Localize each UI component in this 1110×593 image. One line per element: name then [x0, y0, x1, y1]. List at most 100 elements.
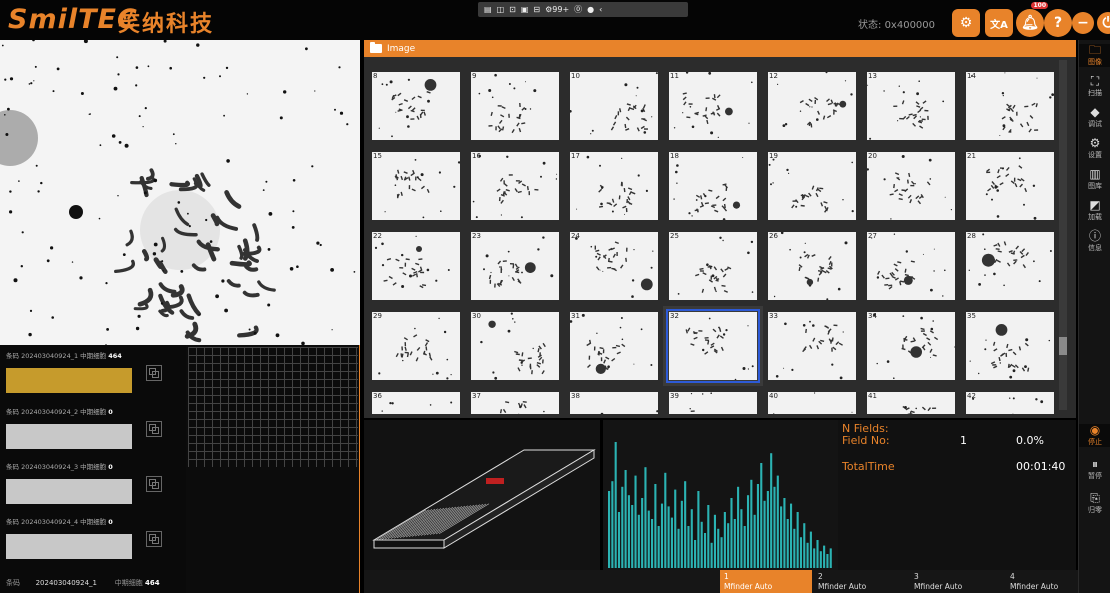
thumbnail-20[interactable]: 20	[867, 152, 955, 220]
chromosome	[894, 172, 900, 176]
thumbnail-17[interactable]: 17	[570, 152, 658, 220]
thumbnail-36[interactable]: 36	[372, 392, 460, 414]
tab-mode-2[interactable]: 2 Mfinder Auto	[814, 570, 906, 593]
rail-item-reset[interactable]: ⎘ 归零	[1079, 492, 1110, 515]
thumbnail-scrollbar[interactable]	[1059, 60, 1067, 410]
slide-card-1[interactable]: 条码 202403040924_1 中期细胞 464	[6, 350, 166, 393]
rail-item-image[interactable]: 🗀 图像	[1079, 44, 1110, 67]
slide-card-2[interactable]: 条码 202403040924_2 中期细胞 0	[6, 406, 166, 449]
chromosome	[1031, 102, 1036, 106]
thumbnail-35[interactable]: 35	[966, 312, 1054, 380]
debris-speck	[537, 248, 540, 251]
main-microscope-view[interactable]	[0, 40, 360, 345]
thumbnail-34[interactable]: 34	[867, 312, 955, 380]
load-icon: ◩	[1089, 198, 1101, 212]
thumbnail-18[interactable]: 18	[669, 152, 757, 220]
rail-item-debug[interactable]: ◆ 调试	[1079, 106, 1110, 129]
thumbnail-19[interactable]: 19	[768, 152, 856, 220]
thumbnail-28[interactable]: 28	[966, 232, 1054, 300]
thumbnail-16[interactable]: 16	[471, 152, 559, 220]
qr-code-icon[interactable]	[146, 365, 162, 381]
thumbnail-21[interactable]: 21	[966, 152, 1054, 220]
language-button[interactable]: 文A	[985, 9, 1013, 37]
rail-item-settings[interactable]: ⚙ 设置	[1079, 137, 1110, 160]
taskbar-item[interactable]: ⚙99+	[545, 5, 569, 14]
histogram-bar	[796, 512, 799, 568]
rail-item-load[interactable]: ◩ 加载	[1079, 199, 1110, 222]
debris-speck	[673, 127, 676, 129]
help-button[interactable]: ?	[1044, 9, 1072, 37]
chromosome	[910, 260, 915, 263]
rail-item-stop[interactable]: ◉ 停止	[1079, 424, 1110, 447]
qr-code-icon[interactable]	[146, 531, 162, 547]
taskbar-item[interactable]: ▤	[484, 5, 492, 14]
thumbnail-30[interactable]: 30	[471, 312, 559, 380]
tab-mode-1[interactable]: 1 Mfinder Auto	[720, 570, 812, 593]
image-panel: Image 8 9 10 11 12 13 14 15 16 17 18 19 20 21 22 23 24 25…	[364, 40, 1076, 418]
thumbnail-33[interactable]: 33	[768, 312, 856, 380]
debris-speck	[645, 189, 648, 192]
debris-speck	[20, 265, 23, 268]
thumbnail-15[interactable]: 15	[372, 152, 460, 220]
power-button[interactable]: ⏻	[1097, 12, 1110, 34]
thumbnail-39[interactable]: 39	[669, 392, 757, 414]
thumbnail-13[interactable]: 13	[867, 72, 955, 140]
slide-card-4[interactable]: 条码 202403040924_4 中期细胞 0	[6, 516, 166, 559]
thumbnail-14[interactable]: 14	[966, 72, 1054, 140]
scrollbar-handle[interactable]	[1059, 337, 1067, 355]
chromosome	[814, 97, 819, 101]
taskbar-item[interactable]: ◫	[497, 5, 505, 14]
thumbnail-42[interactable]: 42	[966, 392, 1054, 414]
thumbnail-32[interactable]: 32	[666, 309, 760, 383]
minimize-icon: −	[1077, 15, 1089, 31]
thumbnail-8[interactable]: 8	[372, 72, 460, 140]
thumbnail-40[interactable]: 40	[768, 392, 856, 414]
rail-item-info[interactable]: ⓘ 信息	[1079, 230, 1110, 253]
taskbar-item[interactable]: ‹	[599, 5, 602, 14]
chromosome	[514, 350, 519, 354]
thumbnail-29[interactable]: 29	[372, 312, 460, 380]
qr-code-icon[interactable]	[146, 476, 162, 492]
slide-card-3[interactable]: 条码 202403040924_3 中期细胞 0	[6, 461, 166, 504]
chromosome	[500, 114, 505, 118]
thumbnail-image	[689, 392, 712, 412]
thumbnail-25[interactable]: 25	[669, 232, 757, 300]
thumbnail-31[interactable]: 31	[570, 312, 658, 380]
thumbnail-11[interactable]: 11	[669, 72, 757, 140]
chromosome	[642, 118, 647, 122]
tab-mode-3[interactable]: 3 Mfinder Auto	[910, 570, 1002, 593]
chromosome	[701, 288, 705, 293]
rail-item-library[interactable]: ▥ 图库	[1079, 168, 1110, 191]
thumbnail-38[interactable]: 38	[570, 392, 658, 414]
qr-code-icon[interactable]	[146, 421, 162, 437]
thumbnail-22[interactable]: 22	[372, 232, 460, 300]
debris-speck	[446, 377, 449, 380]
thumbnail-9[interactable]: 9	[471, 72, 559, 140]
debris-speck	[135, 326, 140, 331]
taskbar-item[interactable]: ⊟	[533, 5, 540, 14]
thumbnail-26[interactable]: 26	[768, 232, 856, 300]
thumbnail-41[interactable]: 41	[867, 392, 955, 414]
thumbnail-37[interactable]: 37	[471, 392, 559, 414]
power-icon: ⏻	[1102, 15, 1110, 31]
taskbar-item[interactable]: ▣	[521, 5, 529, 14]
slide-grid-map[interactable]	[186, 345, 360, 593]
rail-item-pause[interactable]: ⏸ 暂停	[1079, 458, 1110, 481]
notifications-button[interactable]: 🔔︎ 100	[1016, 2, 1048, 37]
minimize-button[interactable]: −	[1072, 12, 1094, 34]
thumbnail-image	[673, 157, 744, 220]
debris-speck	[117, 195, 119, 197]
debris-speck	[296, 265, 299, 268]
taskbar-item[interactable]: ⓪	[574, 4, 582, 15]
taskbar-item[interactable]: ⊡	[509, 5, 516, 14]
rail-item-scan[interactable]: ⛶ 扫描	[1079, 75, 1110, 98]
settings-button[interactable]: ⚙	[952, 9, 980, 37]
thumbnail-24[interactable]: 24	[570, 232, 658, 300]
thumbnail-10[interactable]: 10	[570, 72, 658, 140]
thumbnail-23[interactable]: 23	[471, 232, 559, 300]
thumbnail-12[interactable]: 12	[768, 72, 856, 140]
chromosome	[712, 328, 717, 333]
taskbar-item[interactable]: ●	[587, 5, 594, 14]
debris-speck	[919, 116, 921, 118]
thumbnail-27[interactable]: 27	[867, 232, 955, 300]
